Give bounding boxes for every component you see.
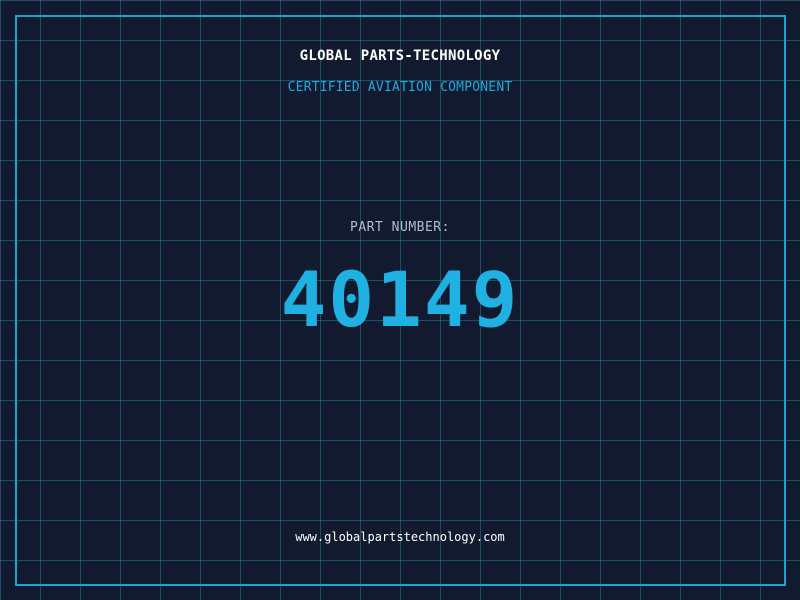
- website-url: www.globalpartstechnology.com: [295, 530, 505, 544]
- certification-subtitle: CERTIFIED AVIATION COMPONENT: [287, 80, 513, 95]
- part-number-label: PART NUMBER:: [350, 220, 450, 235]
- company-name: GLOBAL PARTS-TECHNOLOGY: [299, 48, 501, 64]
- part-number-value: 40149: [280, 255, 520, 344]
- part-label-card: GLOBAL PARTS-TECHNOLOGY CERTIFIED AVIATI…: [0, 0, 800, 600]
